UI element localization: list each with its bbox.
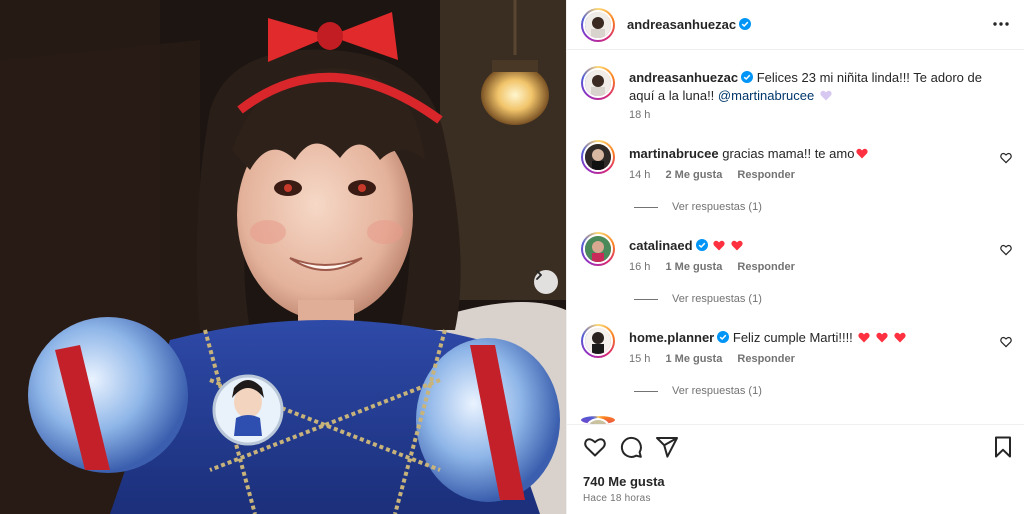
- heart-emoji-icon: [894, 332, 906, 343]
- share-icon[interactable]: [655, 435, 679, 459]
- verified-badge-icon: [741, 71, 754, 83]
- caption-username[interactable]: andreasanhuezac: [629, 70, 738, 85]
- comment-meta: 16 h 1 Me gusta Responder: [629, 261, 795, 273]
- avatar-image: [585, 328, 611, 354]
- chevron-right-icon: [536, 270, 542, 280]
- author-username-text[interactable]: andreasanhuezac: [627, 17, 736, 32]
- comment-username[interactable]: martinabrucee: [629, 146, 719, 161]
- post-photo: [0, 0, 566, 514]
- caption-mention[interactable]: @martinabrucee: [718, 88, 814, 103]
- post-actions: 740 Me gusta Hace 18 horas: [567, 424, 1024, 514]
- post-header: andreasanhuezac: [567, 0, 1024, 50]
- like-comment-heart-icon[interactable]: [1000, 244, 1012, 256]
- view-replies-text[interactable]: Ver respuestas (1): [672, 293, 762, 305]
- author-avatar[interactable]: [581, 8, 615, 42]
- comment-1: catalinaed: [629, 237, 743, 255]
- caption-avatar[interactable]: [581, 66, 615, 100]
- post-time: Hace 18 horas: [583, 493, 651, 504]
- heart-emoji-icon: [858, 332, 871, 343]
- view-replies-text[interactable]: Ver respuestas (1): [672, 201, 762, 213]
- comment-reply-button[interactable]: Responder: [737, 261, 794, 273]
- comment-text: gracias mama!! te amo: [722, 146, 855, 161]
- bookmark-icon[interactable]: [991, 435, 1015, 459]
- verified-badge-icon: [695, 239, 708, 251]
- heart-emoji-icon: [713, 240, 725, 251]
- heart-icon[interactable]: [583, 435, 607, 459]
- replies-divider: [634, 390, 658, 392]
- avatar-image: [585, 12, 611, 38]
- avatar-image: [585, 144, 611, 170]
- comment-likes[interactable]: 1 Me gusta: [665, 353, 722, 365]
- post-caption: andreasanhuezac Felices 23 mi niñita lin…: [629, 69, 1009, 105]
- comment-username[interactable]: home.planner: [629, 330, 714, 345]
- comment-avatar-martinabrucee[interactable]: [581, 140, 615, 174]
- comment-likes[interactable]: 1 Me gusta: [665, 261, 722, 273]
- comment-reply-button[interactable]: Responder: [737, 353, 794, 365]
- heart-emoji-icon: [876, 332, 888, 343]
- comment-icon[interactable]: [619, 435, 643, 459]
- comment-avatar-catalinaed[interactable]: [581, 232, 615, 266]
- avatar-image: [585, 70, 611, 96]
- more-options-button[interactable]: [991, 16, 1011, 32]
- heart-emoji-icon: [856, 148, 869, 159]
- heart-emoji-icon: [731, 240, 743, 251]
- post-sidebar: andreasanhuezac andreasanhuezac Felices …: [566, 0, 1024, 514]
- comment-0: martinabrucee gracias mama!! te amo: [629, 145, 869, 163]
- more-horizontal-icon: [993, 22, 1009, 26]
- view-replies[interactable]: Ver respuestas (1): [634, 385, 762, 397]
- comment-avatar-home-planner[interactable]: [581, 324, 615, 358]
- comment-time: 14 h: [629, 169, 651, 181]
- replies-divider: [634, 206, 658, 208]
- caption-time: 18 h: [629, 109, 651, 121]
- avatar-image: [585, 236, 611, 262]
- comment-likes[interactable]: 2 Me gusta: [665, 169, 722, 181]
- author-username[interactable]: andreasanhuezac: [627, 17, 752, 32]
- next-photo-button[interactable]: [534, 270, 558, 294]
- comment-username[interactable]: catalinaed: [629, 238, 693, 253]
- view-replies[interactable]: Ver respuestas (1): [634, 201, 762, 213]
- comment-meta: 15 h 1 Me gusta Responder: [629, 353, 795, 365]
- comment-text: Feliz cumple Marti!!!!: [732, 330, 853, 345]
- comment-time: 16 h: [629, 261, 651, 273]
- like-comment-heart-icon[interactable]: [1000, 336, 1012, 348]
- verified-badge-icon: [717, 331, 730, 343]
- replies-divider: [634, 298, 658, 300]
- purple-heart-emoji-icon: [820, 90, 832, 101]
- comment-time: 15 h: [629, 353, 651, 365]
- photo-image: [0, 0, 566, 514]
- verified-badge-icon: [739, 18, 752, 30]
- like-comment-heart-icon[interactable]: [1000, 152, 1012, 164]
- comment-avatar-partial: [581, 416, 615, 424]
- comment-reply-button[interactable]: Responder: [737, 169, 794, 181]
- comment-2: home.planner Feliz cumple Marti!!!!: [629, 329, 906, 347]
- likes-count[interactable]: 740 Me gusta: [583, 474, 665, 489]
- view-replies[interactable]: Ver respuestas (1): [634, 293, 762, 305]
- view-replies-text[interactable]: Ver respuestas (1): [672, 385, 762, 397]
- comment-meta: 14 h 2 Me gusta Responder: [629, 169, 795, 181]
